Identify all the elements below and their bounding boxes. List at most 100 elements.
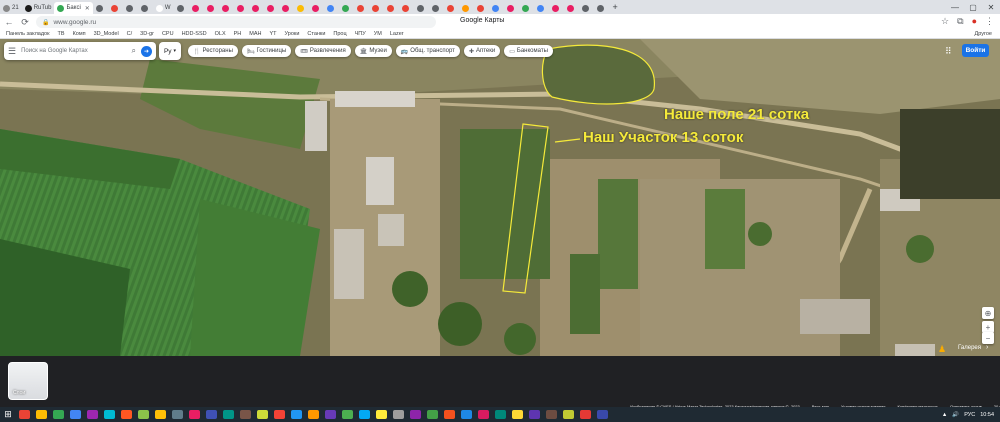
taskbar-app-icon[interactable] (580, 410, 591, 419)
taskbar-app-icon[interactable] (223, 410, 234, 419)
browser-tab[interactable] (339, 2, 354, 14)
browser-tab[interactable] (108, 2, 123, 14)
category-chip[interactable]: 🎟 Развлечения (295, 45, 351, 57)
pegman-icon[interactable]: ♟ (938, 344, 946, 355)
browser-tab[interactable] (309, 2, 324, 14)
maps-search-box[interactable]: ☰ Поиск на Google Картах ⌕ ➜ (4, 42, 156, 60)
menu-dots-icon[interactable]: ⋮ (985, 16, 994, 27)
bookmark-item[interactable]: ТВ (58, 31, 65, 37)
browser-tab[interactable] (504, 2, 519, 14)
taskbar-app-icon[interactable] (461, 410, 472, 419)
bookmark-other-folder[interactable]: Другое (970, 31, 992, 37)
browser-tab[interactable] (294, 2, 309, 14)
taskbar-app-icon[interactable] (427, 410, 438, 419)
taskbar-app-icon[interactable] (104, 410, 115, 419)
directions-icon[interactable]: ➜ (141, 45, 152, 57)
taskbar-app-icon[interactable] (495, 410, 506, 419)
taskbar-app-icon[interactable] (478, 410, 489, 419)
taskbar-app-icon[interactable] (597, 410, 608, 419)
maps-search-input[interactable]: Поиск на Google Картах (21, 48, 126, 54)
browser-tab[interactable] (369, 2, 384, 14)
taskbar-app-icon[interactable] (563, 410, 574, 419)
bookmark-item[interactable]: 3D-gr (140, 31, 154, 37)
my-location-icon[interactable]: ⊕ (982, 307, 994, 319)
gallery-button[interactable]: Галерея (958, 345, 981, 351)
bookmark-item[interactable]: YT (270, 31, 277, 37)
browser-tab[interactable] (519, 2, 534, 14)
browser-tab[interactable] (444, 2, 459, 14)
bookmark-item[interactable]: Уроки (285, 31, 300, 37)
reload-icon[interactable]: ⟳ (20, 17, 30, 28)
profile-icon[interactable]: ● (972, 16, 977, 27)
browser-tab[interactable] (279, 2, 294, 14)
bookmark-item[interactable]: CPU (162, 31, 174, 37)
minimize-button[interactable]: — (946, 0, 964, 14)
category-chip[interactable]: ✚ Аптеки (463, 45, 501, 57)
taskbar-app-icon[interactable] (87, 410, 98, 419)
browser-tab[interactable] (429, 2, 444, 14)
taskbar-app-icon[interactable] (240, 410, 251, 419)
browser-tab[interactable] (324, 2, 339, 14)
browser-tab[interactable] (534, 2, 549, 14)
browser-tab[interactable] (414, 2, 429, 14)
category-chip[interactable]: 🚌 Общ. транспорт (395, 45, 460, 57)
taskbar-app-icon[interactable] (410, 410, 421, 419)
browser-tab[interactable] (264, 2, 279, 14)
bookmark-item[interactable]: МАН (249, 31, 261, 37)
bookmark-item[interactable]: Комп (73, 31, 86, 37)
browser-tab[interactable] (564, 2, 579, 14)
taskbar-app-icon[interactable] (36, 410, 47, 419)
bookmark-item[interactable]: Станки (307, 31, 325, 37)
browser-tab[interactable] (399, 2, 414, 14)
windows-start-icon[interactable]: ⊞ (0, 409, 16, 420)
signin-button[interactable]: Войти (962, 44, 989, 57)
category-chip[interactable]: 🍴 Рестораны (188, 45, 238, 57)
taskbar-app-icon[interactable] (512, 410, 523, 419)
apps-grid-icon[interactable]: ⠿ (945, 46, 952, 57)
taskbar-app-icon[interactable] (444, 410, 455, 419)
new-tab-icon[interactable]: + (609, 2, 622, 12)
taskbar-app-icon[interactable] (308, 410, 319, 419)
browser-tab[interactable] (489, 2, 504, 14)
browser-tab[interactable]: RuTub (22, 2, 55, 14)
close-window-button[interactable]: ✕ (982, 0, 1000, 14)
language-select[interactable]: Ру ▾ (159, 42, 181, 60)
browser-tab[interactable] (354, 2, 369, 14)
browser-tab[interactable] (174, 2, 189, 14)
browser-tab[interactable] (138, 2, 153, 14)
taskbar-app-icon[interactable] (546, 410, 557, 419)
extensions-icon[interactable]: ⧉ (957, 16, 963, 27)
search-icon[interactable]: ⌕ (132, 46, 136, 56)
category-chip[interactable]: 🏛 Музеи (354, 45, 392, 57)
taskbar-app-icon[interactable] (376, 410, 387, 419)
taskbar-app-icon[interactable] (53, 410, 64, 419)
taskbar-app-icon[interactable] (19, 410, 30, 419)
browser-tab[interactable] (204, 2, 219, 14)
category-chip[interactable]: 🛏 Гостиницы (241, 45, 292, 57)
chevron-right-icon[interactable]: › (986, 344, 988, 351)
taskbar-app-icon[interactable] (325, 410, 336, 419)
zoom-out-button[interactable]: − (982, 332, 994, 344)
taskbar-app-icon[interactable] (155, 410, 166, 419)
browser-tab[interactable] (474, 2, 489, 14)
taskbar-app-icon[interactable] (274, 410, 285, 419)
taskbar-app-icon[interactable] (206, 410, 217, 419)
bookmark-item[interactable]: PH (234, 31, 242, 37)
browser-tab[interactable] (249, 2, 264, 14)
tray-clock[interactable]: 10:54 (980, 412, 994, 418)
satellite-map[interactable] (0, 39, 1000, 356)
browser-tab[interactable] (384, 2, 399, 14)
browser-tab[interactable]: W (153, 2, 174, 14)
browser-tab[interactable] (189, 2, 204, 14)
browser-tab[interactable] (579, 2, 594, 14)
tray-language[interactable]: РУС (964, 412, 975, 418)
taskbar-app-icon[interactable] (291, 410, 302, 419)
tab-close-icon[interactable]: ✕ (85, 5, 90, 12)
bookmark-item[interactable]: ЧПУ (355, 31, 366, 37)
browser-tab[interactable] (594, 2, 609, 14)
bookmark-item[interactable]: Панель закладок (6, 31, 50, 37)
back-icon[interactable]: ← (4, 17, 14, 27)
layers-button[interactable]: Слои (8, 362, 48, 400)
bookmark-item[interactable]: С/ (127, 31, 133, 37)
maximize-button[interactable]: ▢ (964, 0, 982, 14)
